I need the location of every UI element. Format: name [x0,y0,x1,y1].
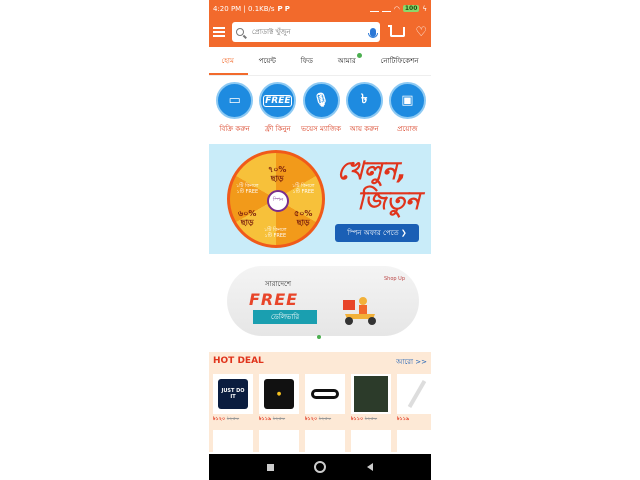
top-tabs: হোম পয়েন্ট ফিড আমার নোটিফিকেশন [209,47,431,76]
tab-mine-label: আমার [337,57,356,65]
product-image [354,376,388,412]
product-card[interactable] [305,374,345,414]
category-label: বিক্রি করুন [219,125,250,133]
menu-icon[interactable] [213,27,225,37]
brand-logo: Shop Up [384,276,405,282]
spin-offer-button[interactable]: স্পিন অফার পেতে ❯ [335,224,419,242]
wifi-icon: ◠ [393,4,400,13]
tab-feed[interactable]: ফিড [299,47,315,75]
laptop-hand-icon: ▭ [216,82,254,119]
wheel-segment-bogo: ১টি কিনলে ১টি FREE [292,183,315,195]
home-icon[interactable] [314,461,327,473]
category-label: আয় করুন [349,125,379,133]
banner-headline-play: খেলুন, [337,156,407,185]
new-dot-icon [356,53,362,58]
delivery-label: ডেলিভারি [253,310,317,324]
product-card[interactable] [305,430,345,454]
tab-notifications[interactable]: নোটিফিকেশন [379,47,421,75]
free-badge-text: FREE [263,94,293,107]
delivery-top-text: সারাদেশে [265,280,291,288]
search-input[interactable] [249,27,362,37]
banner-headline-win: জিতুন [357,186,421,215]
wheel-segment-50: ৫০% ছাড় [294,209,313,227]
category-label: প্রয়োজ [397,125,418,133]
taka-icon: ৳ [345,82,383,119]
product-card[interactable] [397,430,431,454]
search-box[interactable] [231,22,380,42]
hot-deal-more-link[interactable]: আরো >> [396,356,427,368]
signal-icon [369,5,379,12]
category-need[interactable]: ▣ প্রয়োজ [386,82,429,138]
hot-deal-products-row2 [213,430,431,454]
wheel-segment-bogo: ১টি কিনলে ১টি FREE [264,227,287,239]
category-label: ভয়েস ম্যাজিক [300,125,342,133]
wishlist-heart-icon[interactable]: ♡ [415,26,427,39]
product-price: ৳১১০ ৳২৫০ [351,416,378,422]
cart-icon[interactable] [387,25,406,37]
mic-icon: 🎙 [302,82,340,119]
shopping-bag-icon: ▣ [388,82,426,119]
category-voice-magic[interactable]: 🎙 ভয়েস ম্যাজিক [299,82,342,138]
category-free-buy[interactable]: FREE ফ্রী কিনুন [256,82,299,138]
status-bar: 4:20 PM | 0.1KB/s P P ◠ 100 ϟ [209,0,431,17]
category-label: ফ্রী কিনুন [264,125,291,133]
product-price: ৳১১৯ [397,416,410,422]
tshirt-image: JUST DO IT [218,379,248,409]
product-card[interactable]: JUST DO IT [213,374,253,414]
product-card[interactable] [351,374,391,414]
search-icon [235,28,244,36]
signal-icon-2 [381,5,391,12]
product-card[interactable] [259,430,299,454]
wheel-segment-bogo: ১টি কিনলে ১টি FREE [236,183,259,195]
product-price: ৳১২০ ৳২৫০ [305,416,332,422]
carousel-indicator [317,335,321,339]
pen-image [407,380,427,408]
status-p2: P [284,4,290,13]
product-card[interactable] [397,374,431,414]
charging-icon: ϟ [422,4,427,13]
recents-icon[interactable] [267,463,275,471]
free-text: FREE [249,290,299,309]
product-price: ৳১২০ ৳২৫০ [213,416,240,422]
back-icon[interactable] [366,463,373,471]
free-delivery-banner[interactable]: Shop Up সারাদেশে FREE ডেলিভারি [227,266,419,336]
category-shortcuts: ▭ বিক্রি করুন FREE ফ্রী কিনুন 🎙 ভয়েস ম্… [209,82,431,138]
app-bar: ♡ [209,17,431,47]
phone-screen: 4:20 PM | 0.1KB/s P P ◠ 100 ϟ ♡ হোম পয়ে… [209,0,431,480]
category-earn[interactable]: ৳ আয় করুন [343,82,386,138]
free-badge-icon: FREE [259,82,297,119]
tab-home[interactable]: হোম [209,47,249,75]
product-card[interactable]: ● [259,374,299,414]
hot-deal-title: HOT DEAL [213,356,264,366]
price-row: ৳১২০ ৳২৫০ ৳১১৯ ৳২৫০ ৳১২০ ৳২৫০ ৳১১০ ৳২৫০ … [213,416,431,424]
wristband-image [311,389,339,399]
tab-mine[interactable]: আমার [336,47,362,75]
wheel-segment-60: ৬০% ছাড় [238,209,257,227]
delivery-scooter-icon [343,297,376,325]
wheel-hub: স্পিন [267,190,289,212]
hot-deal-products: JUST DO IT ● [213,374,431,414]
tshirt-image: ● [264,379,294,409]
voice-search-mic-icon[interactable] [367,27,378,38]
product-card[interactable] [351,430,391,454]
product-card[interactable] [213,430,253,454]
spin-offer-banner[interactable]: ৭০% ছাড় ৫০% ছাড় ৬০% ছাড় ১টি কিনলে ১টি… [209,144,431,254]
product-price: ৳১১৯ ৳২৫০ [259,416,286,422]
status-time: 4:20 PM | 0.1KB/s [213,4,275,13]
tab-points[interactable]: পয়েন্ট [257,47,278,75]
status-p1: P [277,4,283,13]
spin-wheel: ৭০% ছাড় ৫০% ছাড় ৬০% ছাড় ১টি কিনলে ১টি… [227,150,325,248]
wheel-segment-70: ৭০% ছাড় [268,165,287,183]
battery-icon: 100 [402,5,420,12]
android-nav-bar [209,454,431,480]
category-sell[interactable]: ▭ বিক্রি করুন [213,82,256,138]
